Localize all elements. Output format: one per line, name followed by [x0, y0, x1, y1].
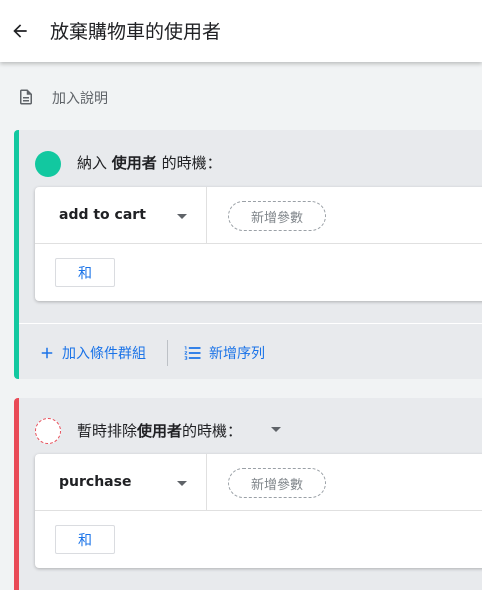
include-condition-card: add to cart 新增參數 和 [35, 187, 482, 301]
app-header: 放棄購物車的使用者 [0, 0, 482, 62]
exclude-section-header: 暫時排除使用者的時機： [19, 398, 482, 454]
chevron-down-icon [177, 481, 187, 486]
arrow-back-icon [13, 24, 27, 38]
exclude-section-title: 暫時排除使用者的時機： [77, 420, 242, 441]
add-sequence-label: 新增序列 [209, 346, 265, 362]
condition-row: add to cart 新增參數 [35, 187, 482, 244]
condition-row: purchase 新增參數 [35, 454, 482, 511]
add-parameter-button[interactable]: 新增參數 [228, 468, 326, 498]
page-title: 放棄購物車的使用者 [50, 21, 222, 43]
and-button[interactable]: 和 [55, 525, 115, 554]
add-description-button[interactable]: 加入說明 [0, 80, 482, 114]
add-sequence-button[interactable]: 新增序列 [183, 343, 265, 363]
event-dropdown[interactable]: add to cart [35, 187, 207, 244]
include-title-prefix: 納入 [77, 154, 112, 172]
event-name: add to cart [59, 207, 146, 223]
footer-divider [167, 340, 168, 366]
exclude-indicator-icon [35, 418, 61, 444]
numbered-list-icon [184, 346, 201, 360]
document-icon [20, 89, 32, 105]
add-condition-group-button[interactable]: 加入條件群組 [38, 343, 146, 363]
exclude-title-bold: 使用者 [137, 422, 183, 440]
chevron-down-icon [177, 214, 187, 219]
and-button[interactable]: 和 [55, 258, 115, 287]
event-dropdown[interactable]: purchase [35, 454, 207, 511]
include-indicator-icon [35, 151, 61, 177]
include-section-header: 納入 使用者 的時機： [19, 130, 482, 186]
event-name: purchase [59, 474, 132, 490]
include-condition-section: 納入 使用者 的時機： add to cart 新增參數 和 加入條件群組 新增… [14, 130, 482, 379]
add-description-label: 加入說明 [52, 91, 108, 107]
exclude-mode-dropdown[interactable] [271, 427, 281, 432]
include-section-title: 納入 使用者 的時機： [77, 152, 222, 173]
include-title-bold: 使用者 [111, 154, 157, 172]
add-parameter-button[interactable]: 新增參數 [228, 201, 326, 231]
include-section-footer: 加入條件群組 新增序列 [19, 323, 482, 379]
add-condition-group-label: 加入條件群組 [62, 346, 146, 362]
include-title-suffix: 的時機： [156, 154, 222, 172]
plus-icon [41, 347, 53, 359]
exclude-title-prefix: 暫時排除 [77, 422, 138, 440]
back-button[interactable] [6, 15, 34, 47]
exclude-condition-section: 暫時排除使用者的時機： purchase 新增參數 和 [14, 398, 482, 590]
exclude-title-suffix: 的時機： [182, 422, 243, 440]
exclude-condition-card: purchase 新增參數 和 [35, 454, 482, 568]
